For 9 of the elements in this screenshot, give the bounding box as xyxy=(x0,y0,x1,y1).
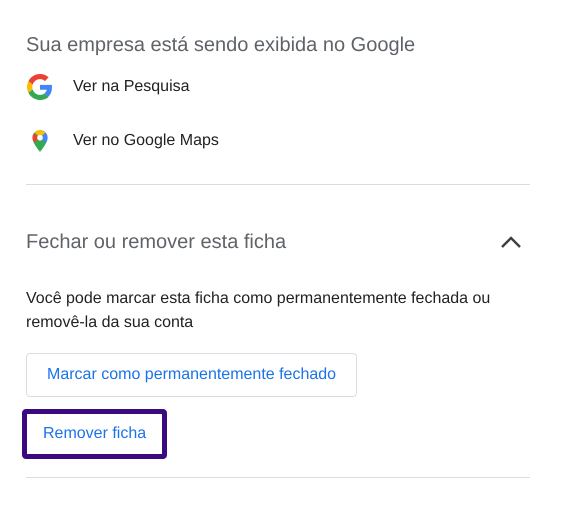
description-text: Você pode marcar esta ficha como permanentemente fechada ou removê-la da sua conta xyxy=(26,289,492,333)
action-button[interactable]: Remover ficha xyxy=(22,409,168,459)
link[interactable]: Ver na Pesquisa xyxy=(73,75,190,99)
google-g-icon xyxy=(27,74,53,100)
section-title: Fechar ou remover esta ficha xyxy=(26,230,286,255)
action-button[interactable]: Marcar como permanentemente fechado xyxy=(26,353,358,397)
section-title: Sua empresa está sendo exibida no Google xyxy=(26,33,416,58)
chevron-up-icon[interactable] xyxy=(500,235,522,249)
link[interactable]: Ver no Google Maps xyxy=(73,129,219,153)
